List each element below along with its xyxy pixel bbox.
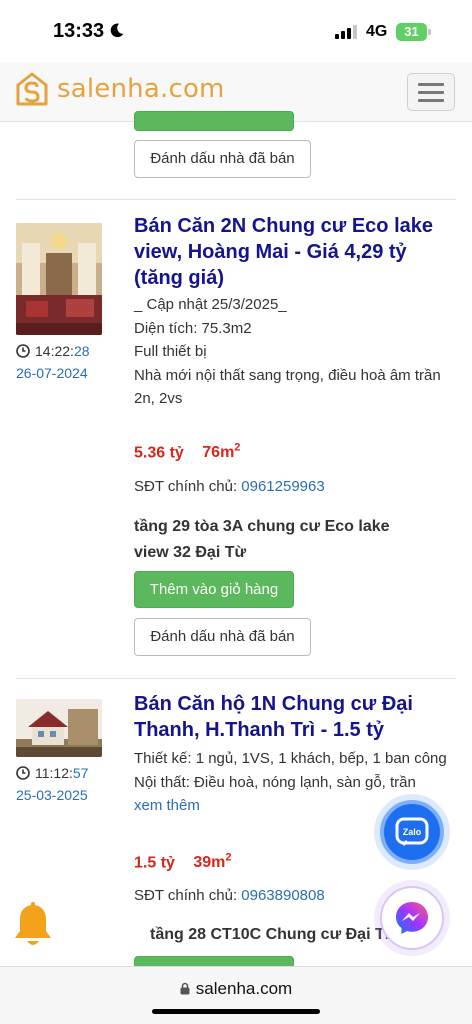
listing-title[interactable]: Bán Căn hộ 1N Chung cư Đại Thanh, H.Than… <box>134 691 454 743</box>
notification-bell-icon[interactable] <box>12 902 54 950</box>
listing-thumbnail[interactable] <box>16 699 102 757</box>
status-bar: 13:33 4G 31 <box>0 0 472 62</box>
posted-time-main: 14:22: <box>35 343 74 359</box>
listing-photo-interior <box>16 223 102 335</box>
desc-line: Nội thất: Điều hoà, nóng lạnh, sàn gỗ, t… <box>134 773 416 791</box>
posted-time-seconds: 57 <box>72 765 89 781</box>
listing-price: 5.36 tỷ <box>134 444 184 462</box>
add-to-cart-button[interactable]: Thêm vào giỏ hàng <box>134 571 294 608</box>
desc-line: Diện tích: 75.3m2 <box>134 319 252 337</box>
area-unit-sup: 2 <box>225 852 232 864</box>
listing-area: 39m2 <box>193 852 232 872</box>
phone-link[interactable]: 0963890808 <box>241 887 324 904</box>
zalo-icon: Zalo <box>395 817 429 847</box>
posted-date: 26-07-2024 <box>16 365 88 381</box>
posted-time-seconds: 28 <box>73 343 90 359</box>
signal-icon <box>335 25 357 39</box>
clock-icon <box>16 766 30 780</box>
zalo-label: Zalo <box>403 827 422 837</box>
hamburger-line <box>418 98 444 102</box>
divider <box>16 678 456 679</box>
logo-text: salenha.com <box>57 74 225 104</box>
lock-icon <box>180 982 190 995</box>
mark-sold-button[interactable]: Đánh dấu nhà đã bán <box>134 140 311 178</box>
price-area: 1.5 tỷ 39m2 <box>134 852 232 872</box>
owner-phone-row: SĐT chính chủ: 0961259963 <box>134 478 325 495</box>
listing-title[interactable]: Bán Căn 2N Chung cư Eco lake view, Hoàng… <box>134 213 454 291</box>
url-text: salenha.com <box>195 979 293 998</box>
hamburger-line <box>418 90 444 94</box>
divider <box>16 199 456 200</box>
mark-sold-button[interactable]: Đánh dấu nhà đã bán <box>134 618 311 656</box>
area-value: 76m <box>202 444 235 462</box>
battery-tip <box>428 29 431 35</box>
hamburger-icon <box>418 82 444 86</box>
listing-price: 1.5 tỷ <box>134 854 175 872</box>
phone-label: SĐT chính chủ: <box>134 887 242 904</box>
phone-label: SĐT chính chủ: <box>134 478 242 495</box>
clock-icon <box>16 344 30 358</box>
area-unit-sup: 2 <box>234 442 241 454</box>
home-indicator <box>152 1009 320 1014</box>
listing-description: _ Cập nhật 25/3/2025_ Diện tích: 75.3m2 … <box>134 293 454 411</box>
desc-line: Thiết kế: 1 ngủ, 1VS, 1 khách, bếp, 1 ba… <box>134 750 447 767</box>
price-area: 5.36 tỷ 76m2 <box>134 442 240 462</box>
messenger-chat-button[interactable] <box>380 886 444 950</box>
desc-line: Full thiết bị <box>134 343 207 360</box>
site-logo[interactable]: salenha.com <box>15 71 225 107</box>
desc-line: 2n, 2vs <box>134 390 183 407</box>
messenger-icon <box>396 902 428 934</box>
area-value: 39m <box>193 854 226 872</box>
posted-time: 14:22: 28 <box>16 343 90 359</box>
posted-time: 11:12: 57 <box>16 765 88 781</box>
moon-icon <box>110 23 124 38</box>
owner-phone-row: SĐT chính chủ: 0963890808 <box>134 887 325 904</box>
listing-address: tầng 29 tòa 3A chung cư Eco lake view 32… <box>134 518 390 561</box>
desc-line: Nhà mới nội thất sang trọng, điều hoà âm… <box>134 366 441 384</box>
listing-photo-house <box>16 699 102 757</box>
posted-date: 25-03-2025 <box>16 787 88 803</box>
browser-url-bar[interactable]: salenha.com <box>0 966 472 1024</box>
zalo-chat-button[interactable]: Zalo <box>380 800 444 864</box>
add-to-cart-button-partial[interactable] <box>134 111 294 131</box>
phone-link[interactable]: 0961259963 <box>241 478 324 495</box>
battery-icon: 31 <box>396 23 427 41</box>
listing-area: 76m2 <box>202 442 241 462</box>
house-logo-icon <box>16 72 48 106</box>
url-display[interactable]: salenha.com <box>0 979 472 999</box>
status-time: 13:33 <box>53 20 105 42</box>
desc-line: _ Cập nhật 25/3/2025_ <box>134 296 287 313</box>
network-type: 4G <box>366 23 388 40</box>
posted-time-main: 11:12: <box>35 765 73 781</box>
menu-toggle-button[interactable] <box>407 73 455 111</box>
listing-thumbnail[interactable] <box>16 223 102 335</box>
